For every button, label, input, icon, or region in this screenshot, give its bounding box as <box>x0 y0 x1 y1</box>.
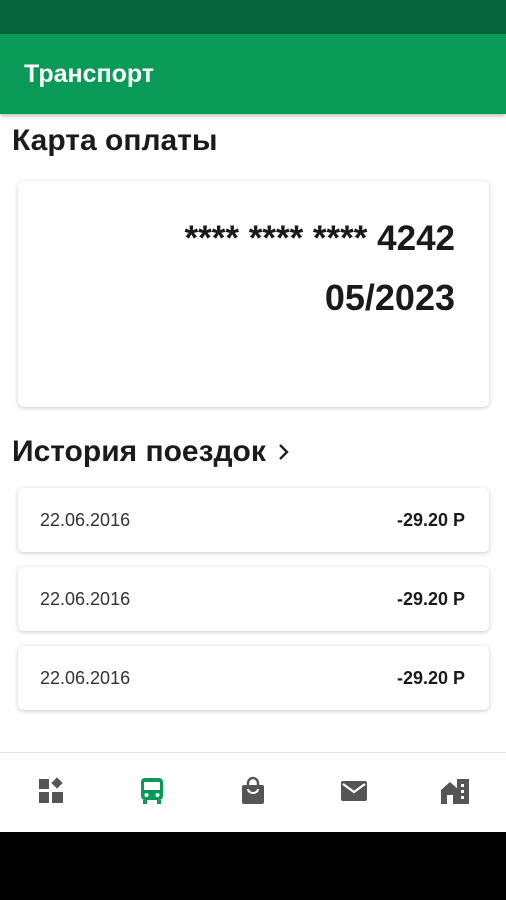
trip-row[interactable]: 22.06.2016 -29.20 Р <box>18 646 489 710</box>
trip-row[interactable]: 22.06.2016 -29.20 Р <box>18 488 489 552</box>
nav-transport-button[interactable] <box>134 775 170 811</box>
home-city-icon <box>439 776 471 811</box>
app-title: Транспорт <box>24 60 155 88</box>
card-number: **** **** **** 4242 <box>184 219 455 258</box>
bus-icon <box>137 776 167 811</box>
trip-date: 22.06.2016 <box>40 668 131 688</box>
dashboard-icon <box>36 776 66 811</box>
card-expiry: 05/2023 <box>324 277 455 318</box>
trip-history-title: История поездок <box>12 435 266 468</box>
status-bar <box>0 0 506 34</box>
system-navigation-bar <box>0 832 506 900</box>
app-bar: Транспорт <box>0 34 506 114</box>
nav-housing-button[interactable] <box>437 775 473 811</box>
trip-history-link[interactable]: История поездок <box>12 430 294 474</box>
trip-amount: -29.20 Р <box>396 510 465 530</box>
trip-date: 22.06.2016 <box>40 589 131 609</box>
bottom-navigation <box>0 752 506 833</box>
nav-dashboard-button[interactable] <box>33 775 69 811</box>
payment-card[interactable]: **** **** **** 4242 05/2023 <box>18 181 489 407</box>
trip-row[interactable]: 22.06.2016 -29.20 Р <box>18 567 489 631</box>
chevron-right-icon <box>278 442 294 462</box>
nav-shop-button[interactable] <box>235 775 271 811</box>
payment-card-title: Карта оплаты <box>12 124 218 157</box>
trip-amount: -29.20 Р <box>396 668 465 688</box>
trip-date: 22.06.2016 <box>40 510 131 530</box>
shopping-bag-icon <box>238 776 268 811</box>
trip-amount: -29.20 Р <box>396 589 465 609</box>
nav-messages-button[interactable] <box>336 775 372 811</box>
mail-icon <box>339 776 369 811</box>
